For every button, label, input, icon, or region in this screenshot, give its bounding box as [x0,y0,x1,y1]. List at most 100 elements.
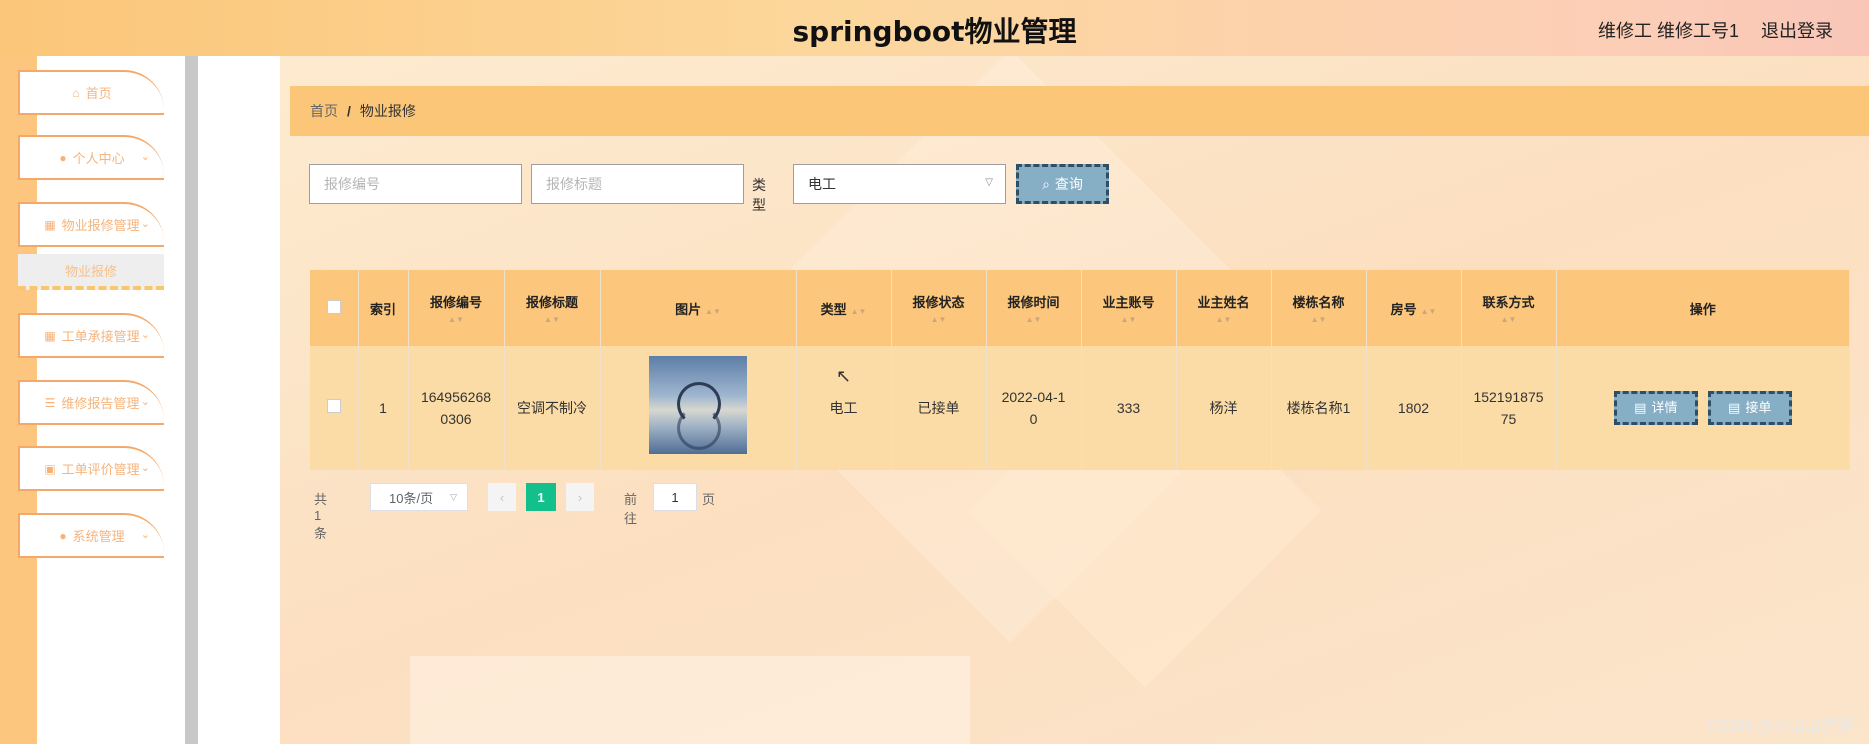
cell-no: 164956268 0306 [408,346,505,470]
goto-page-input[interactable]: 1 [653,483,697,511]
select-all-checkbox[interactable] [326,299,341,314]
cell-owner-name: 杨洋 [1176,346,1272,470]
sidebar-item-profile[interactable]: ● 个人中心 ⌄ [18,135,164,180]
page-size-select[interactable]: 10条/页 ▽ [370,483,468,511]
column-header-phone[interactable]: 联系方式 ▲▼ [1461,270,1557,346]
sidebar-item-label: 工单承接管理 [61,329,140,344]
cell-phone-line1: 152191875 [1473,389,1544,405]
page-number-active[interactable]: 1 [526,483,556,511]
grid-icon: ▦ [44,217,56,232]
sort-icon: ▲▼ [544,315,560,324]
next-page-button[interactable]: › [566,483,594,511]
sidebar-item-label: 物业报修管理 [61,218,140,233]
home-icon: ⌂ [72,85,80,100]
sidebar-item-label: 个人中心 [72,151,125,166]
column-header-type[interactable]: 类型 ▲▼ [796,270,892,346]
repair-image-thumbnail[interactable] [649,356,747,454]
sidebar-subitem-repair[interactable]: 物业报修 [18,254,164,290]
type-label: 类型 [752,177,766,213]
chevron-right-icon: › [577,489,583,505]
breadcrumb-current: 物业报修 [359,103,416,119]
cell-owner-account: 333 [1081,346,1177,470]
column-header-image[interactable]: 图片 ▲▼ [600,270,797,346]
column-header-building[interactable]: 楼栋名称 ▲▼ [1271,270,1367,346]
cell-room: 1802 [1366,346,1462,470]
sidebar-item-order-management[interactable]: ▦ 工单承接管理 ⌄ [18,313,164,358]
column-header-actions: 操作 [1556,270,1850,346]
sidebar-item-repair-management[interactable]: ▦ 物业报修管理 ⌄ [18,202,164,247]
sidebar-item-system-management[interactable]: ● 系统管理 ⌄ [18,513,164,558]
sidebar-item-label: 首页 [85,86,112,101]
sort-icon: ▲▼ [448,315,464,324]
column-header-label: 报修标题 [525,295,578,310]
column-header-label: 业主账号 [1102,295,1155,310]
column-header-label: 图片 [675,301,702,317]
goto-label: 前往 [624,492,638,526]
column-header-no[interactable]: 报修编号 ▲▼ [408,270,505,346]
cell-time-line2: 0 [1029,411,1038,427]
chevron-down-icon: ▽ [450,492,457,502]
chevron-down-icon: ▽ [985,177,993,188]
cell-index: 1 [358,346,409,470]
prev-page-button[interactable]: ‹ [488,483,516,511]
page-size-value: 10条/页 [389,490,434,506]
table-header-row: 索引 报修编号 ▲▼ 报修标题 ▲▼ 图片 ▲▼ 类型 ▲▼ 报修状态 ▲▼ 报修时间 ▲▼… [310,270,1850,346]
mouse-cursor-icon: ↖ [836,366,852,386]
breadcrumb-home[interactable]: 首页 [310,101,338,121]
row-checkbox[interactable] [326,399,341,413]
column-header-status[interactable]: 报修状态 ▲▼ [891,270,987,346]
accept-order-button[interactable]: ▤ 接单 [1707,391,1792,425]
type-select[interactable]: 电工 ▽ [793,164,1006,204]
column-header-title[interactable]: 报修标题 ▲▼ [504,270,601,346]
sort-icon: ▲▼ [1420,306,1437,316]
sort-icon: ▲▼ [850,306,867,316]
sidebar-item-label: 工单评价管理 [61,462,140,477]
grid-icon: ▦ [44,328,56,343]
sort-icon: ▲▼ [930,315,947,324]
sidebar-item-home[interactable]: ⌂ 首页 [18,70,164,115]
search-icon: ⌕ [1042,175,1050,192]
column-header-label: 楼栋名称 [1292,295,1345,310]
chevron-down-icon: ⌄ [140,462,150,474]
sidebar-item-report-management[interactable]: ☰ 维修报告管理 ⌄ [18,380,164,425]
column-header-label: 报修编号 [429,295,482,310]
column-header-label: 报修状态 [912,295,965,310]
repair-table: 索引 报修编号 ▲▼ 报修标题 ▲▼ 图片 ▲▼ 类型 ▲▼ 报修状态 ▲▼ 报修时间 ▲▼… [310,270,1850,470]
query-button-label: 查询 [1054,176,1083,192]
watermark: CSDN @小山山学姐 [1706,718,1853,735]
repair-title-input[interactable]: 报修标题 [531,164,744,204]
spacer-column [198,56,280,744]
column-header-owner-name[interactable]: 业主姓名 ▲▼ [1176,270,1272,346]
chevron-down-icon: ⌄ [140,396,150,408]
cell-actions: ▤ 详情 ▤ 接单 [1556,346,1850,470]
user-icon: ● [59,150,67,165]
chevron-left-icon: ‹ [499,489,505,505]
column-header-time[interactable]: 报修时间 ▲▼ [986,270,1082,346]
cell-time: 2022-04-1 0 [986,346,1082,470]
breadcrumb: 首页 / 物业报修 [290,86,1869,136]
logout-link[interactable]: 退出登录 [1761,17,1833,43]
cell-image [600,346,797,470]
column-header-label: 类型 [820,301,847,317]
repair-no-placeholder: 报修编号 [324,176,380,192]
main-content: 首页 / 物业报修 报修编号 报修标题 类型 电工 ▽ ⌕ 查询 索引 报修编号… [280,56,1869,744]
column-header-label: 报修时间 [1007,295,1060,310]
document-icon: ▤ [1728,400,1741,415]
repair-no-input[interactable]: 报修编号 [309,164,522,204]
cell-type: 电工 [796,346,892,470]
sidebar-item-review-management[interactable]: ▣ 工单评价管理 ⌄ [18,446,164,491]
detail-button[interactable]: ▤ 详情 [1613,391,1698,425]
query-button[interactable]: ⌕ 查询 [1016,164,1109,204]
sort-icon: ▲▼ [1500,315,1517,324]
background-decoration [410,656,970,744]
document-icon: ▤ [1634,400,1647,415]
cell-phone-line2: 75 [1500,411,1517,427]
user-icon: ● [59,528,67,543]
sidebar-scrollbar[interactable] [185,56,198,744]
row-select-cell [310,346,359,470]
column-header-owner-account[interactable]: 业主账号 ▲▼ [1081,270,1177,346]
chevron-down-icon: ⌄ [140,329,150,341]
column-header-room[interactable]: 房号 ▲▼ [1366,270,1462,346]
detail-button-label: 详情 [1651,400,1678,415]
type-select-value: 电工 [808,176,836,192]
